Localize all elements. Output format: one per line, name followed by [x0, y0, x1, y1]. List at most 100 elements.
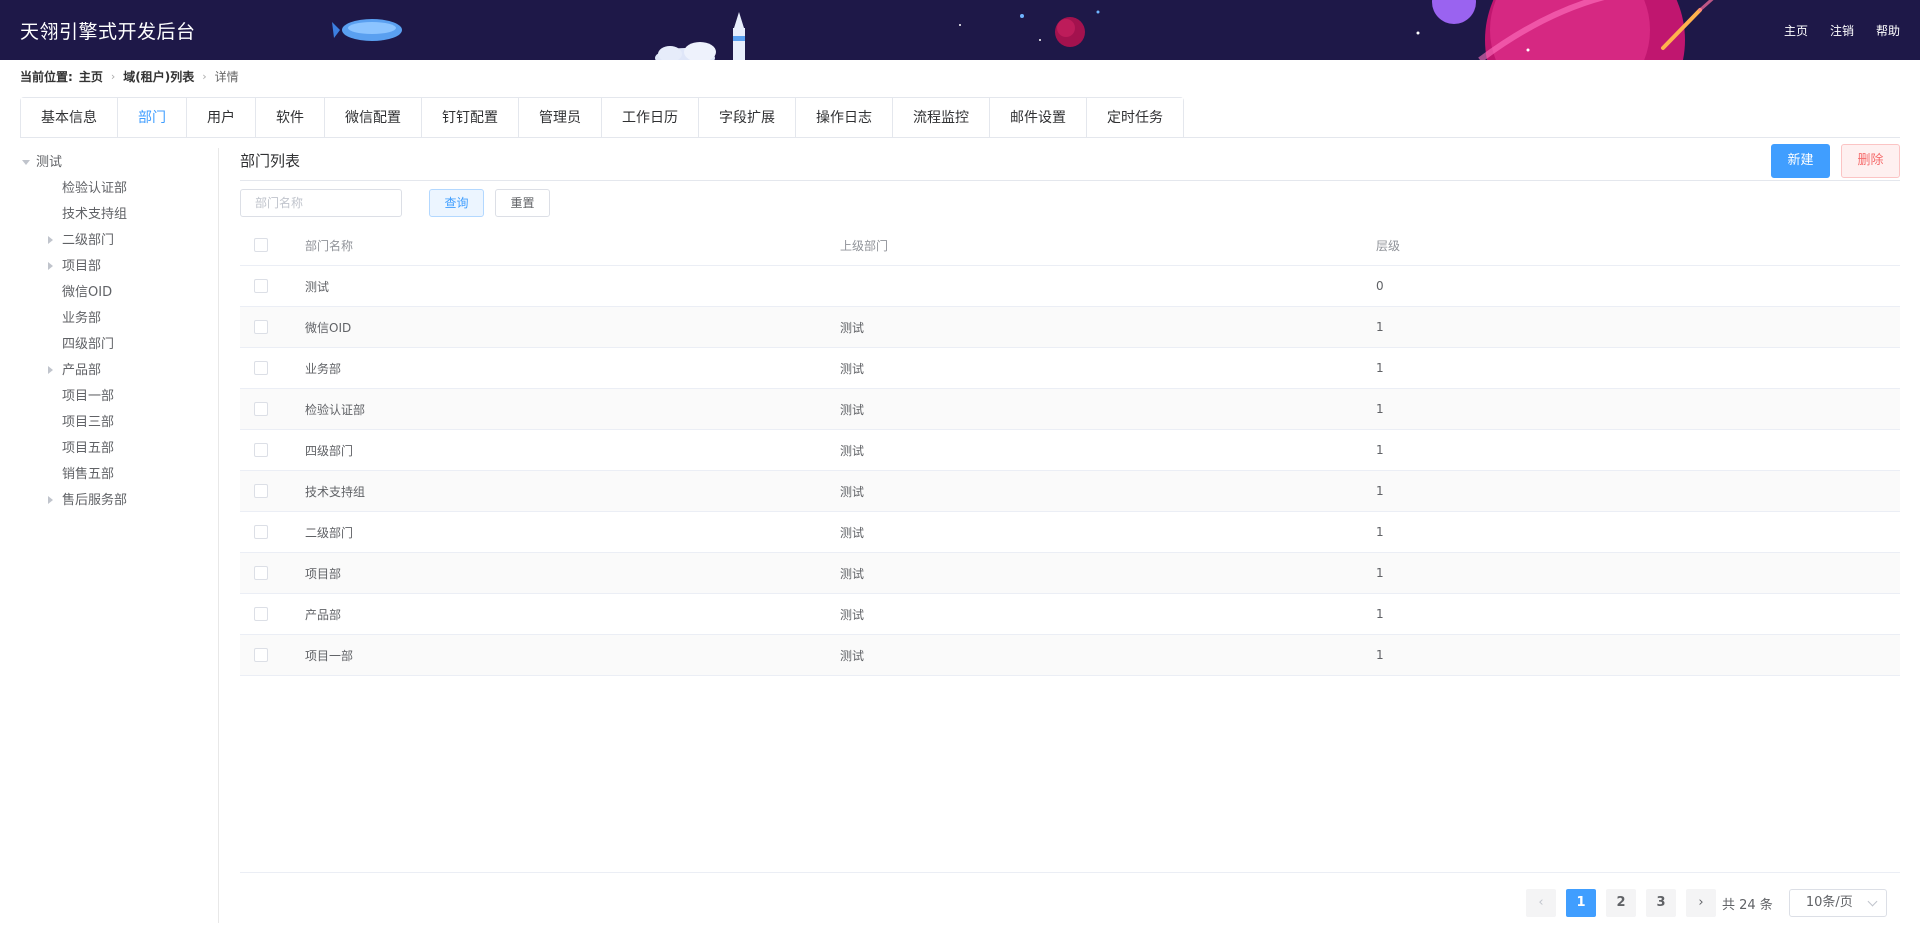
row-checkbox[interactable]: [254, 484, 268, 498]
chevron-right-icon: ›: [202, 69, 207, 83]
table-row[interactable]: 项目一部 测试 1: [240, 635, 1900, 676]
page-size-select[interactable]: 10条/页: [1788, 889, 1887, 917]
cell-parent-department: 测试: [840, 607, 865, 622]
tab-work-calendar[interactable]: 工作日历: [602, 98, 699, 138]
cell-parent-department: 测试: [840, 443, 865, 458]
tab-flow-monitor[interactable]: 流程监控: [893, 98, 990, 138]
tab-wechat-config[interactable]: 微信配置: [325, 98, 422, 138]
tree-node[interactable]: 检验认证部: [20, 176, 220, 202]
table-row[interactable]: 微信OID 测试 1: [240, 307, 1900, 348]
tab-field-extension[interactable]: 字段扩展: [699, 98, 796, 138]
tree-node[interactable]: 售后服务部: [20, 488, 220, 514]
caret-down-icon[interactable]: [22, 160, 30, 165]
cell-department-name: 项目一部: [305, 648, 354, 663]
page-size-value: 10条/页: [1805, 895, 1853, 910]
department-name-input[interactable]: [240, 189, 402, 217]
row-checkbox[interactable]: [254, 320, 268, 334]
select-all-checkbox[interactable]: [254, 238, 268, 252]
table-row[interactable]: 项目部 测试 1: [240, 553, 1900, 594]
row-checkbox[interactable]: [254, 402, 268, 416]
table-row[interactable]: 测试 0: [240, 266, 1900, 307]
nav-help-link[interactable]: 帮助: [1876, 22, 1900, 39]
query-button[interactable]: 查询: [429, 189, 484, 217]
tab-admins[interactable]: 管理员: [519, 98, 602, 138]
caret-right-icon[interactable]: [48, 236, 53, 244]
tree-node[interactable]: 测试: [20, 150, 220, 176]
tab-scheduled-tasks[interactable]: 定时任务: [1087, 98, 1183, 138]
tab-users[interactable]: 用户: [187, 98, 256, 138]
row-checkbox[interactable]: [254, 566, 268, 580]
tree-node[interactable]: 业务部: [20, 306, 220, 332]
table-row[interactable]: 业务部 测试 1: [240, 348, 1900, 389]
page-3-button[interactable]: 3: [1646, 889, 1676, 917]
tab-bar: 基本信息 部门 用户 软件 微信配置 钉钉配置 管理员 工作日历 字段扩展 操作…: [20, 97, 1184, 138]
breadcrumb-tenant-list[interactable]: 域(租户)列表: [123, 68, 194, 85]
tree-node[interactable]: 二级部门: [20, 228, 220, 254]
caret-right-icon[interactable]: [48, 366, 53, 374]
tab-department[interactable]: 部门: [118, 98, 187, 138]
tree-node[interactable]: 技术支持组: [20, 202, 220, 228]
tree-node-label: 项目一部: [62, 389, 115, 404]
cell-parent-department: 测试: [840, 484, 865, 499]
tab-dingtalk-config[interactable]: 钉钉配置: [422, 98, 519, 138]
cell-parent-department: 测试: [840, 566, 865, 581]
cell-level: 1: [1376, 648, 1384, 662]
tab-basic-info[interactable]: 基本信息: [21, 98, 118, 138]
cell-level: 1: [1376, 607, 1384, 621]
cell-department-name: 检验认证部: [305, 402, 366, 417]
breadcrumb-home[interactable]: 主页: [79, 68, 103, 85]
header-nav: 主页 注销 帮助: [1784, 22, 1900, 39]
delete-button[interactable]: 删除: [1841, 144, 1900, 178]
tab-operation-log[interactable]: 操作日志: [796, 98, 893, 138]
tree-node[interactable]: 四级部门: [20, 332, 220, 358]
tree-node[interactable]: 微信OID: [20, 280, 220, 306]
tab-software[interactable]: 软件: [256, 98, 325, 138]
cell-department-name: 测试: [305, 279, 330, 294]
breadcrumb: 当前位置: 主页 › 域(租户)列表 › 详情: [20, 68, 239, 84]
cell-level: 1: [1376, 361, 1384, 375]
table-row[interactable]: 检验认证部 测试 1: [240, 389, 1900, 430]
cell-level: 1: [1376, 402, 1384, 416]
reset-button[interactable]: 重置: [495, 189, 550, 217]
table-row[interactable]: 二级部门 测试 1: [240, 512, 1900, 553]
page-1-button[interactable]: 1: [1566, 889, 1596, 917]
row-checkbox[interactable]: [254, 443, 268, 457]
tree-node[interactable]: 产品部: [20, 358, 220, 384]
header-department-name: 部门名称: [305, 238, 354, 253]
prev-page-button[interactable]: ‹: [1526, 889, 1556, 917]
tree-node[interactable]: 项目五部: [20, 436, 220, 462]
cell-department-name: 技术支持组: [305, 484, 366, 499]
tree-node[interactable]: 项目部: [20, 254, 220, 280]
cell-level: 0: [1376, 279, 1384, 293]
tree-node[interactable]: 销售五部: [20, 462, 220, 488]
row-checkbox[interactable]: [254, 525, 268, 539]
tab-divider: [20, 137, 1900, 138]
department-table: 部门名称 上级部门 层级 测试 0 微信OID 测试 1 业务部 测试 1 检验认证部 测试 1 四级…: [240, 225, 1900, 676]
page-2-button[interactable]: 2: [1606, 889, 1636, 917]
table-row[interactable]: 产品部 测试 1: [240, 594, 1900, 635]
row-checkbox[interactable]: [254, 279, 268, 293]
tree-node[interactable]: 项目三部: [20, 410, 220, 436]
table-footer-divider: [240, 872, 1900, 873]
row-checkbox[interactable]: [254, 361, 268, 375]
tab-mail-settings[interactable]: 邮件设置: [990, 98, 1087, 138]
table-row[interactable]: 四级部门 测试 1: [240, 430, 1900, 471]
next-page-button[interactable]: ›: [1686, 889, 1716, 917]
new-button[interactable]: 新建: [1771, 144, 1830, 178]
tree-node[interactable]: 项目一部: [20, 384, 220, 410]
table-row[interactable]: 技术支持组 测试 1: [240, 471, 1900, 512]
tree-node-label: 售后服务部: [62, 493, 128, 508]
chevron-down-icon: [1867, 896, 1878, 907]
tree-node-label: 业务部: [62, 311, 102, 326]
pagination: ‹ 1 2 3 › 共 24 条 10条/页: [1526, 889, 1887, 917]
tree-node-label: 二级部门: [62, 233, 115, 248]
caret-right-icon[interactable]: [48, 262, 53, 270]
row-checkbox[interactable]: [254, 648, 268, 662]
tree-node-label: 项目三部: [62, 415, 115, 430]
nav-logout-link[interactable]: 注销: [1830, 22, 1854, 39]
row-checkbox[interactable]: [254, 607, 268, 621]
nav-home-link[interactable]: 主页: [1784, 22, 1808, 39]
tree-node-label: 项目部: [62, 259, 102, 274]
total-count: 共 24 条: [1722, 897, 1773, 913]
caret-right-icon[interactable]: [48, 496, 53, 504]
